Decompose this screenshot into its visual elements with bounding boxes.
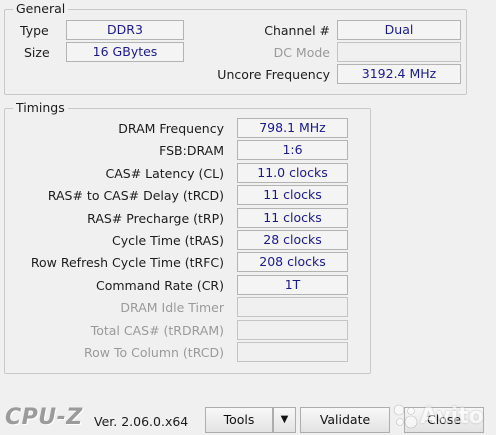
timing-value-field: 28 clocks [237, 230, 348, 250]
type-label: Type [20, 23, 49, 38]
timing-value-field: 11.0 clocks [237, 163, 348, 183]
dcmode-field [337, 42, 461, 62]
channel-label: Channel # [264, 23, 330, 38]
dcmode-label: DC Mode [273, 45, 330, 60]
timing-label: RAS# Precharge (tRP) [87, 211, 224, 226]
timing-label: DRAM Frequency [118, 121, 224, 136]
version-text: Ver. 2.06.0.x64 [94, 414, 189, 429]
timing-label: FSB:DRAM [159, 143, 224, 158]
timing-value-field [237, 342, 348, 362]
timing-value-field: 11 clocks [237, 208, 348, 228]
size-label: Size [24, 45, 50, 60]
tools-button[interactable]: Tools [205, 407, 273, 433]
dots-logo-icon [393, 404, 418, 429]
timing-label: Cycle Time (tRAS) [111, 233, 224, 248]
cpuz-brand-logo: CPU-Z [5, 405, 83, 430]
timing-label: RAS# to CAS# Delay (tRCD) [47, 188, 224, 203]
timing-value-field: 1T [237, 275, 348, 295]
watermark: Avito [390, 398, 496, 434]
cpuz-memory-window: General Type DDR3 Size 16 GBytes Channel… [0, 0, 496, 435]
uncore-field: 3192.4 MHz [337, 64, 461, 84]
timing-label: DRAM Idle Timer [120, 300, 224, 315]
timing-label: CAS# Latency (CL) [105, 166, 225, 181]
timing-value-field: 11 clocks [237, 185, 348, 205]
timing-value-field: 208 clocks [237, 252, 348, 272]
channel-field: Dual [337, 20, 461, 40]
timing-label: Total CAS# (tRDRAM) [90, 323, 224, 338]
tools-dropdown-arrow[interactable]: ▼ [273, 407, 296, 433]
validate-button[interactable]: Validate [300, 407, 390, 433]
timing-value-field: 798.1 MHz [237, 118, 348, 138]
timing-label: Command Rate (CR) [95, 278, 224, 293]
type-field: DDR3 [66, 20, 184, 40]
watermark-text: Avito [420, 403, 484, 429]
uncore-label: Uncore Frequency [217, 67, 330, 82]
timing-label: Row Refresh Cycle Time (tRFC) [30, 255, 224, 270]
size-field: 16 GBytes [66, 42, 184, 62]
timing-value-field [237, 320, 348, 340]
timing-label: Row To Column (tRCD) [83, 345, 224, 360]
general-group-title: General [13, 1, 69, 17]
timing-value-field: 1:6 [237, 140, 348, 160]
timing-value-field [237, 297, 348, 317]
timings-group-title: Timings [13, 100, 68, 116]
